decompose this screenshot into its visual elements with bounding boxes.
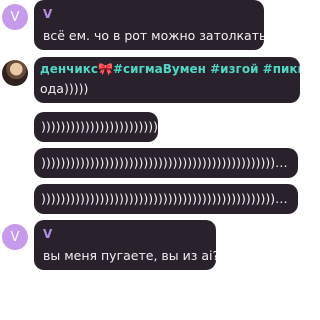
message-text: вы меня пугаете, вы из ai? xyxy=(43,248,216,263)
message-bubble[interactable]: )))))))))))))))))))))))) xyxy=(34,112,158,142)
sender-name[interactable]: V xyxy=(43,7,52,21)
message-bubble[interactable]: V всё ем. чо в рот можно затолкать xyxy=(34,0,264,50)
message-bubble[interactable]: ))))))))))))))))))))))))))))))))))))))))… xyxy=(34,184,298,214)
avatar[interactable] xyxy=(2,60,28,86)
message-bubble[interactable]: денчикс🎀#сигмаВумен #изгой #пикми ода)))… xyxy=(34,57,300,103)
sender-name[interactable]: V xyxy=(43,227,52,241)
message-text: ))))))))))))))))))))))))))))))))))))))))… xyxy=(41,191,291,206)
avatar-letter: V xyxy=(10,229,20,245)
bow-icon: 🎀 xyxy=(98,62,113,76)
message-text: ода))))) xyxy=(40,81,89,96)
sender-header[interactable]: денчикс🎀#сигмаВумен #изгой #пикми xyxy=(40,62,300,76)
sender-name: денчикс xyxy=(40,62,99,76)
message-bubble[interactable]: V вы меня пугаете, вы из ai? xyxy=(34,220,216,270)
message-bubble[interactable]: ))))))))))))))))))))))))))))))))))))))))… xyxy=(34,148,298,178)
message-text: всё ем. чо в рот можно затолкать xyxy=(43,28,264,43)
message-text: )))))))))))))))))))))))) xyxy=(41,119,158,134)
sender-tags: #сигмаВумен #изгой #пикми xyxy=(112,62,300,76)
avatar[interactable]: V xyxy=(2,224,28,250)
message-text: ))))))))))))))))))))))))))))))))))))))))… xyxy=(41,155,291,170)
avatar[interactable]: V xyxy=(2,4,28,30)
avatar-letter: V xyxy=(10,9,20,25)
